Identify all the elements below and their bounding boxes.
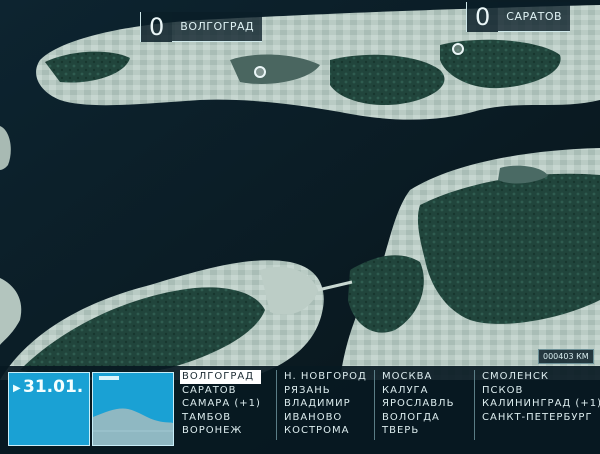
column-divider (474, 370, 475, 440)
city-list-item[interactable]: КОСТРОМА (282, 424, 367, 438)
city-list-item[interactable]: ВЛАДИМИР (282, 397, 367, 411)
column-divider (374, 370, 375, 440)
city-name: САРАТОВ (498, 2, 571, 32)
trend-graph (93, 373, 173, 445)
city-list-col-2: Н. НОВГОРОД РЯЗАНЬ ВЛАДИМИР ИВАНОВО КОСТ… (282, 370, 367, 438)
location-dot-icon[interactable] (452, 43, 464, 55)
city-list-item[interactable]: САНКТ-ПЕТЕРБУРГ (480, 411, 600, 425)
city-count: 0 (466, 2, 499, 32)
city-list-col-4: СМОЛЕНСК ПСКОВ КАЛИНИНГРАД (+1) САНКТ-ПЕ… (480, 370, 600, 424)
city-list-item[interactable]: ВОРОНЕЖ (180, 424, 261, 438)
city-list-item[interactable]: КАЛУГА (380, 384, 454, 398)
scale-label: 000403 КМ (538, 349, 594, 364)
city-list-item[interactable]: ВОЛГОГРАД (180, 370, 261, 384)
city-name: ВОЛГОГРАД (172, 12, 263, 42)
date-panel: ▶ 31.01. (8, 372, 90, 446)
graph-panel (92, 372, 174, 446)
city-list-item[interactable]: Н. НОВГОРОД (282, 370, 367, 384)
city-list-item[interactable]: СМОЛЕНСК (480, 370, 600, 384)
city-list-item[interactable]: ТАМБОВ (180, 411, 261, 425)
location-dot-icon[interactable] (254, 66, 266, 78)
city-list-item[interactable]: ТВЕРЬ (380, 424, 454, 438)
city-list-item[interactable]: САМАРА (+1) (180, 397, 261, 411)
column-divider (276, 370, 277, 440)
city-marker-volgograd[interactable]: 0 ВОЛГОГРАД (140, 12, 263, 42)
play-arrow-icon[interactable]: ▶ (13, 383, 21, 394)
city-list-col-3: МОСКВА КАЛУГА ЯРОСЛАВЛЬ ВОЛОГДА ТВЕРЬ (380, 370, 454, 438)
city-list-item[interactable]: ИВАНОВО (282, 411, 367, 425)
city-list-item[interactable]: САРАТОВ (180, 384, 261, 398)
city-list-item[interactable]: ПСКОВ (480, 384, 600, 398)
city-list-col-1: ВОЛГОГРАД САРАТОВ САМАРА (+1) ТАМБОВ ВОР… (180, 370, 261, 438)
bottom-hud: ▶ 31.01. ВОЛГОГРАД САРАТОВ САМАРА (+1) Т… (0, 366, 600, 454)
date-label: 31.01. (23, 377, 84, 397)
city-list-item[interactable]: ЯРОСЛАВЛЬ (380, 397, 454, 411)
city-list-item[interactable]: РЯЗАНЬ (282, 384, 367, 398)
city-list-item[interactable]: КАЛИНИНГРАД (+1) (480, 397, 600, 411)
city-marker-saratov[interactable]: 0 САРАТОВ (466, 2, 571, 32)
city-count: 0 (140, 12, 173, 42)
city-list-item[interactable]: МОСКВА (380, 370, 454, 384)
city-list-item[interactable]: ВОЛОГДА (380, 411, 454, 425)
